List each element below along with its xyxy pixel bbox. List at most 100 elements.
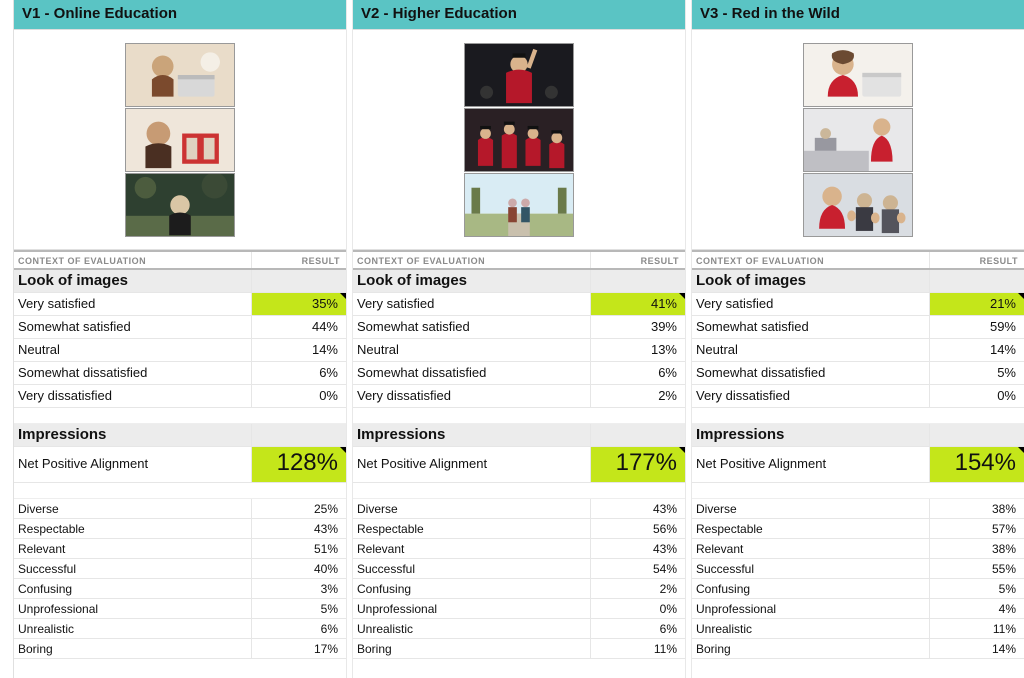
thumbnail-image[interactable]: [464, 108, 574, 172]
table-row[interactable]: Neutral14%: [692, 339, 1024, 362]
metric-label: Unprofessional: [692, 599, 930, 618]
net-positive-row[interactable]: Net Positive Alignment128%: [14, 447, 346, 483]
metric-label: Unprofessional: [14, 599, 252, 618]
metric-value: 35%: [252, 293, 346, 315]
panel-title[interactable]: V2 - Higher Education: [353, 0, 685, 29]
table-row[interactable]: Very satisfied21%: [692, 293, 1024, 316]
table-row[interactable]: Respectable57%: [692, 519, 1024, 539]
metric-value: 3%: [252, 579, 346, 598]
table-row[interactable]: Confusing3%: [14, 579, 346, 599]
net-positive-row[interactable]: Net Positive Alignment154%: [692, 447, 1024, 483]
metric-label: Relevant: [14, 539, 252, 558]
table-row[interactable]: Somewhat satisfied59%: [692, 316, 1024, 339]
table-row[interactable]: Unprofessional0%: [353, 599, 685, 619]
metric-value: 40%: [252, 559, 346, 578]
table-row[interactable]: Diverse25%: [14, 499, 346, 519]
table-row[interactable]: Boring11%: [353, 639, 685, 659]
table-row[interactable]: Very dissatisfied0%: [692, 385, 1024, 408]
image-row: [692, 30, 1024, 250]
table-row[interactable]: Boring17%: [14, 639, 346, 659]
table-row[interactable]: Diverse43%: [353, 499, 685, 519]
thumbnail-image[interactable]: [803, 108, 913, 172]
table-row[interactable]: Diverse38%: [692, 499, 1024, 519]
spreadsheet: V1 - Online Education CONTEXT OF EVALUATI…: [0, 0, 1024, 678]
table-row[interactable]: Respectable56%: [353, 519, 685, 539]
metric-value: 4%: [930, 599, 1024, 618]
metric-value: 51%: [252, 539, 346, 558]
net-value: 128%: [252, 447, 346, 482]
net-label: Net Positive Alignment: [692, 447, 930, 482]
thumbnail-image[interactable]: [464, 173, 574, 237]
col-header-result: RESULT: [591, 252, 685, 268]
table-row[interactable]: Unrealistic11%: [692, 619, 1024, 639]
column-header-row: CONTEXT OF EVALUATIONRESULT: [14, 250, 346, 270]
table-row[interactable]: Successful40%: [14, 559, 346, 579]
table-row[interactable]: Relevant38%: [692, 539, 1024, 559]
table-row[interactable]: Unrealistic6%: [353, 619, 685, 639]
metric-value: 44%: [252, 316, 346, 338]
net-label: Net Positive Alignment: [14, 447, 252, 482]
table-row[interactable]: Very dissatisfied2%: [353, 385, 685, 408]
blank-row: [353, 408, 685, 424]
metric-value: 0%: [591, 599, 685, 618]
table-row[interactable]: Somewhat dissatisfied5%: [692, 362, 1024, 385]
thumbnail-image[interactable]: [803, 173, 913, 237]
metric-label: Neutral: [353, 339, 591, 361]
metric-value: 39%: [591, 316, 685, 338]
table-row[interactable]: Somewhat satisfied39%: [353, 316, 685, 339]
table-row[interactable]: Somewhat dissatisfied6%: [353, 362, 685, 385]
col-header-context: CONTEXT OF EVALUATION: [692, 252, 930, 268]
blank-row: [14, 483, 346, 499]
metric-label: Somewhat dissatisfied: [14, 362, 252, 384]
metric-label: Respectable: [14, 519, 252, 538]
table-row[interactable]: Very satisfied35%: [14, 293, 346, 316]
metric-label: Confusing: [692, 579, 930, 598]
col-header-context: CONTEXT OF EVALUATION: [353, 252, 591, 268]
table-row[interactable]: Confusing2%: [353, 579, 685, 599]
metric-value: 54%: [591, 559, 685, 578]
panel-title[interactable]: V3 - Red in the Wild: [692, 0, 1024, 29]
section-label: Impressions: [692, 424, 930, 446]
metric-value: 11%: [591, 639, 685, 658]
section-label: Look of images: [692, 270, 930, 292]
table-row[interactable]: Somewhat dissatisfied6%: [14, 362, 346, 385]
panel-v2: V2 - Higher Education CONTEXT OF EVALUATI…: [353, 0, 686, 678]
table-row[interactable]: Confusing5%: [692, 579, 1024, 599]
thumbnail-image[interactable]: [125, 43, 235, 107]
image-row: [353, 30, 685, 250]
table-row[interactable]: Very dissatisfied0%: [14, 385, 346, 408]
table-row[interactable]: Relevant51%: [14, 539, 346, 559]
net-positive-row[interactable]: Net Positive Alignment177%: [353, 447, 685, 483]
table-row[interactable]: Relevant43%: [353, 539, 685, 559]
table-row[interactable]: Successful54%: [353, 559, 685, 579]
metric-label: Very satisfied: [353, 293, 591, 315]
metric-value: 0%: [252, 385, 346, 407]
table-row[interactable]: Boring14%: [692, 639, 1024, 659]
table-row[interactable]: Successful55%: [692, 559, 1024, 579]
table-row[interactable]: Somewhat satisfied44%: [14, 316, 346, 339]
thumbnail-image[interactable]: [125, 173, 235, 237]
table-row[interactable]: Unprofessional5%: [14, 599, 346, 619]
table-row[interactable]: Unprofessional4%: [692, 599, 1024, 619]
table-row[interactable]: Unrealistic6%: [14, 619, 346, 639]
metric-value: 14%: [930, 339, 1024, 361]
metric-label: Diverse: [353, 499, 591, 518]
metric-label: Respectable: [353, 519, 591, 538]
table-row[interactable]: Respectable43%: [14, 519, 346, 539]
panel-title[interactable]: V1 - Online Education: [14, 0, 346, 29]
section-label: Look of images: [14, 270, 252, 292]
metric-label: Successful: [692, 559, 930, 578]
thumbnail-image[interactable]: [464, 43, 574, 107]
thumbnail-image[interactable]: [125, 108, 235, 172]
table-row[interactable]: Neutral13%: [353, 339, 685, 362]
net-value: 177%: [591, 447, 685, 482]
metric-label: Diverse: [14, 499, 252, 518]
table-row[interactable]: Neutral14%: [14, 339, 346, 362]
thumbnail-image[interactable]: [803, 43, 913, 107]
metric-label: Very satisfied: [692, 293, 930, 315]
blank-row: [14, 408, 346, 424]
metric-value: 25%: [252, 499, 346, 518]
metric-value: 6%: [252, 362, 346, 384]
metric-label: Unrealistic: [14, 619, 252, 638]
table-row[interactable]: Very satisfied41%: [353, 293, 685, 316]
